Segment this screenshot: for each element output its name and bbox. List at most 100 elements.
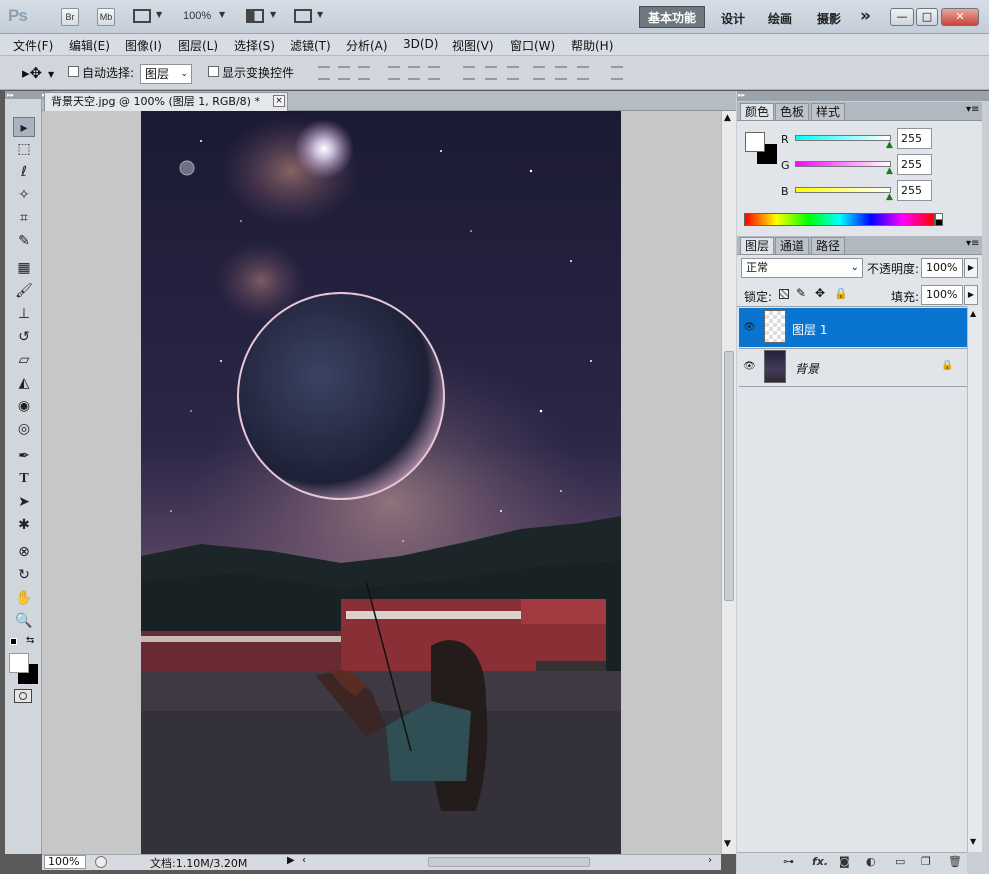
lock-transparent-icon[interactable] (779, 289, 789, 299)
zoom-level[interactable]: 100% (183, 10, 211, 22)
lock-position-icon[interactable]: ✥ (815, 286, 825, 300)
menu-select[interactable]: 选择(S) (234, 37, 275, 54)
maximize-button[interactable]: □ (916, 8, 938, 26)
close-button[interactable]: ✕ (941, 8, 979, 26)
lasso-tool-icon[interactable]: ℓ (13, 162, 35, 182)
slider-thumb-icon[interactable]: ▲ (886, 166, 893, 176)
screen-mode-menu-icon[interactable] (294, 9, 312, 23)
distribute-vcenter-icon[interactable] (485, 66, 497, 80)
lock-all-icon[interactable]: 🔒 (834, 287, 848, 300)
fx-icon[interactable]: fx. (812, 855, 828, 868)
lock-image-icon[interactable]: ✎ (796, 286, 806, 300)
align-vcenter-icon[interactable] (338, 66, 350, 80)
quick-select-tool-icon[interactable]: ✧ (13, 185, 35, 205)
layers-scrollbar[interactable]: ▲ ▼ (967, 307, 982, 852)
menu-analysis[interactable]: 分析(A) (346, 37, 388, 54)
opacity-input[interactable]: 100% (921, 258, 963, 278)
screen-mode-icon[interactable] (133, 9, 151, 23)
channel-g-input[interactable]: 255 (897, 154, 932, 175)
color-fg-swatch[interactable] (745, 132, 765, 152)
channel-g-slider[interactable] (795, 161, 891, 167)
zoom-tool-icon[interactable]: 🔍 (13, 611, 35, 631)
dock-collapse-icon[interactable]: ▸▸ (738, 91, 745, 99)
chevron-down-icon[interactable]: ▼ (48, 70, 54, 79)
workspace-painting-button[interactable]: 绘画 (768, 10, 792, 27)
pen-tool-icon[interactable]: ✒ (13, 446, 35, 466)
layer-name[interactable]: 图层 1 (792, 321, 827, 338)
align-left-icon[interactable] (388, 66, 400, 80)
clone-stamp-tool-icon[interactable]: ⊥ (13, 304, 35, 324)
healing-brush-tool-icon[interactable]: ▦ (13, 258, 35, 278)
document-tab[interactable]: 背景天空.jpg @ 100% (图层 1, RGB/8) * (44, 92, 288, 111)
vertical-scroll-thumb[interactable] (724, 351, 734, 601)
menu-help[interactable]: 帮助(H) (571, 37, 613, 54)
tab-styles[interactable]: 样式 (811, 103, 846, 120)
marquee-tool-icon[interactable]: ⬚ (13, 139, 35, 159)
menu-edit[interactable]: 编辑(E) (69, 37, 110, 54)
scroll-up-icon[interactable]: ▲ (724, 113, 731, 123)
swap-colors-icon[interactable]: ⇆ (26, 635, 34, 646)
shape-tool-icon[interactable]: ✱ (13, 515, 35, 535)
dodge-tool-icon[interactable]: ◎ (13, 419, 35, 439)
workspace-essentials-button[interactable]: 基本功能 (639, 6, 705, 28)
distribute-top-icon[interactable] (463, 66, 475, 80)
hand-tool-icon[interactable]: ✋ (13, 588, 35, 608)
fill-input[interactable]: 100% (921, 285, 963, 305)
scroll-left-icon[interactable]: ‹ (302, 855, 306, 866)
black-white-swatch[interactable] (935, 213, 943, 226)
more-workspaces-button[interactable]: » (860, 6, 871, 26)
menu-window[interactable]: 窗口(W) (510, 37, 555, 54)
panel-menu-icon[interactable]: ▾≡ (966, 238, 979, 249)
new-layer-icon[interactable]: ❐ (921, 855, 931, 868)
menu-layer[interactable]: 图层(L) (178, 37, 218, 54)
menu-3d[interactable]: 3D(D) (403, 37, 438, 51)
chevron-down-icon[interactable]: ▼ (156, 10, 162, 19)
blend-mode-select[interactable]: 正常 ⌄ (741, 258, 863, 278)
path-select-tool-icon[interactable]: ➤ (13, 492, 35, 512)
eraser-tool-icon[interactable]: ▱ (13, 350, 35, 370)
vertical-scrollbar[interactable]: ▲ ▼ (721, 111, 736, 854)
trash-icon[interactable]: 🗑 (948, 855, 962, 868)
move-tool-preset-icon[interactable]: ▸✥ (22, 64, 42, 82)
history-brush-tool-icon[interactable]: ↺ (13, 327, 35, 347)
channel-r-slider[interactable] (795, 135, 891, 141)
mini-bridge-button[interactable]: Mb (97, 8, 115, 26)
channel-b-slider[interactable] (795, 187, 891, 193)
scroll-up-icon[interactable]: ▲ (970, 309, 976, 318)
tab-channels[interactable]: 通道 (775, 237, 810, 254)
minimize-button[interactable]: — (890, 8, 914, 26)
adjustment-layer-icon[interactable]: ◐ (866, 855, 876, 868)
tools-collapse-icon[interactable]: ▸▸ (5, 91, 42, 99)
opacity-arrow-icon[interactable]: ▶ (964, 258, 978, 278)
crop-tool-icon[interactable]: ⌗ (13, 208, 35, 228)
distribute-bottom-icon[interactable] (507, 66, 519, 80)
3d-rotate-tool-icon[interactable]: ⊗ (13, 542, 35, 562)
menu-view[interactable]: 视图(V) (452, 37, 494, 54)
layer-name[interactable]: 背景 (795, 360, 819, 377)
eye-icon[interactable]: 👁 (743, 322, 756, 333)
status-info-icon[interactable] (95, 856, 107, 868)
distribute-right-icon[interactable] (577, 66, 589, 80)
distribute-hcenter-icon[interactable] (555, 66, 567, 80)
align-top-icon[interactable] (318, 66, 330, 80)
channel-b-input[interactable]: 255 (897, 180, 932, 201)
auto-select-checkbox[interactable] (68, 66, 79, 80)
fill-arrow-icon[interactable]: ▶ (964, 285, 978, 305)
status-menu-arrow-icon[interactable]: ▶ (287, 855, 295, 866)
add-mask-icon[interactable]: ◙ (839, 855, 850, 868)
chevron-down-icon[interactable]: ▼ (270, 10, 276, 19)
eye-icon[interactable]: 👁 (743, 361, 756, 372)
auto-align-icon[interactable] (611, 66, 623, 80)
align-hcenter-icon[interactable] (408, 66, 420, 80)
paint-bucket-tool-icon[interactable]: ◭ (13, 373, 35, 393)
scroll-down-icon[interactable]: ▼ (724, 839, 731, 849)
tab-swatches[interactable]: 色板 (775, 103, 810, 120)
menu-image[interactable]: 图像(I) (125, 37, 162, 54)
tab-layers[interactable]: 图层 (740, 237, 775, 254)
chevron-down-icon[interactable]: ▼ (317, 10, 323, 19)
workspace-photography-button[interactable]: 摄影 (817, 10, 841, 27)
menu-file[interactable]: 文件(F) (13, 37, 53, 54)
blur-tool-icon[interactable]: ◉ (13, 396, 35, 416)
document-image[interactable] (141, 111, 621, 854)
channel-r-input[interactable]: 255 (897, 128, 932, 149)
